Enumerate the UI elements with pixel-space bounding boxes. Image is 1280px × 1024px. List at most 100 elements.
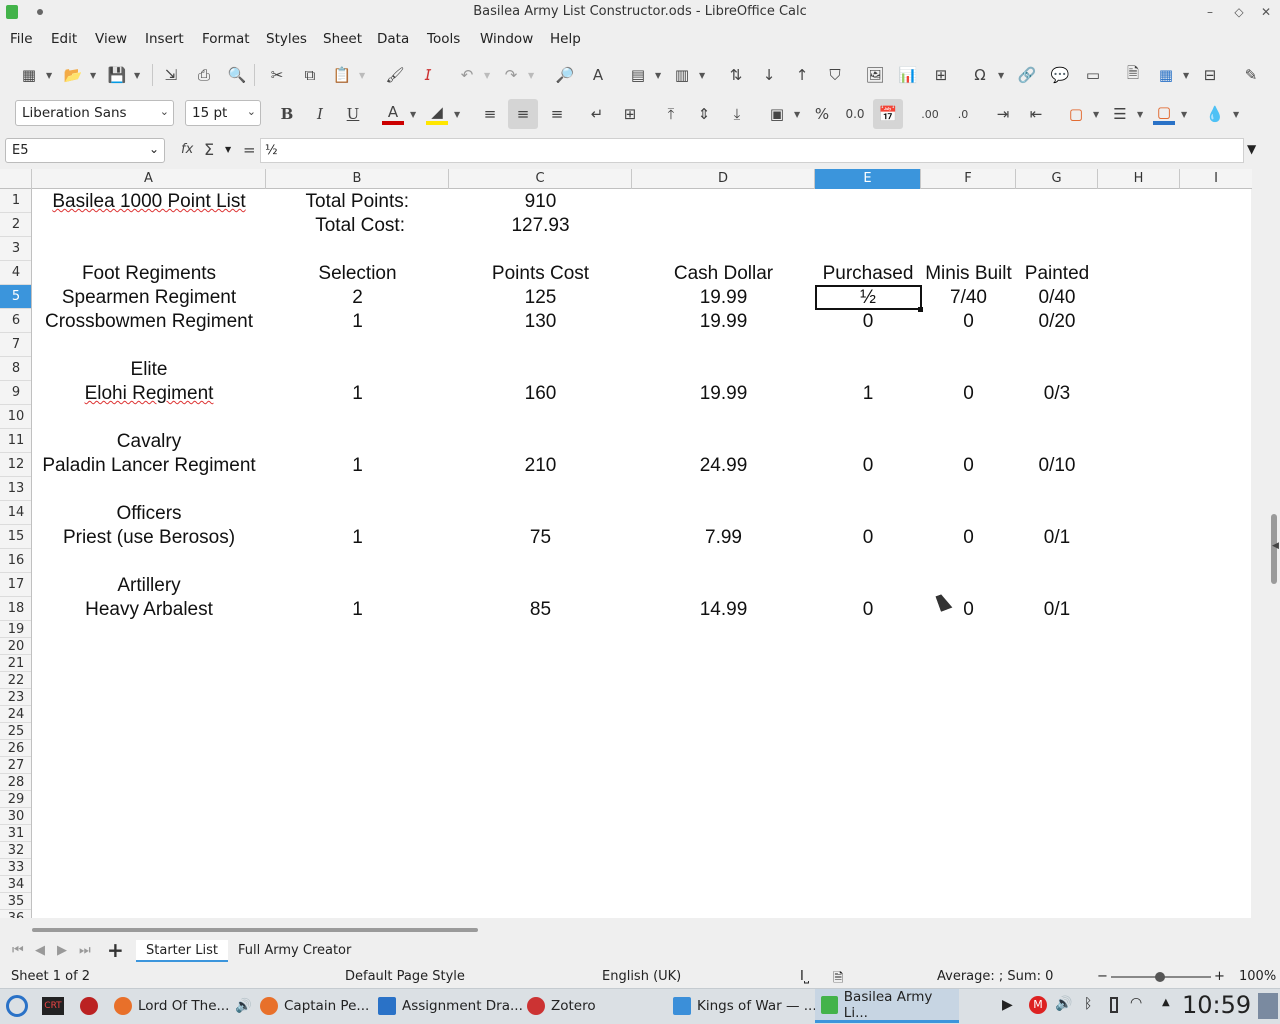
- chart-icon[interactable]: 📊: [897, 64, 919, 86]
- cherry-app-icon[interactable]: [80, 997, 98, 1015]
- cell-g5[interactable]: 0/40: [1016, 286, 1098, 310]
- row-header-9[interactable]: 9: [0, 381, 31, 405]
- cell-a9[interactable]: Elohi Regiment: [32, 382, 266, 406]
- row-header-12[interactable]: 12: [0, 453, 31, 477]
- cell-c15[interactable]: 75: [449, 526, 632, 550]
- wifi-icon[interactable]: ◠: [1130, 995, 1142, 1011]
- row-header-10[interactable]: 10: [0, 405, 31, 429]
- cell-c6[interactable]: 130: [449, 310, 632, 334]
- chevron-down-icon[interactable]: ⌄: [149, 142, 159, 156]
- row-header-8[interactable]: 8: [0, 357, 31, 381]
- application-launcher-icon[interactable]: [6, 995, 28, 1017]
- horizontal-scrollbar-thumb[interactable]: [32, 928, 478, 932]
- column-header-d[interactable]: D: [632, 169, 815, 189]
- cell-a12[interactable]: Paladin Lancer Regiment: [32, 454, 266, 478]
- row-header-16[interactable]: 16: [0, 549, 31, 573]
- row-header-17[interactable]: 17: [0, 573, 31, 597]
- status-language[interactable]: English (UK): [602, 969, 681, 984]
- status-page-style[interactable]: Default Page Style: [345, 969, 465, 984]
- freeze-rows-icon[interactable]: ▦: [1155, 64, 1177, 86]
- name-box[interactable]: E5 ⌄: [5, 138, 165, 163]
- cell-c4[interactable]: Points Cost: [449, 262, 632, 286]
- sum-icon[interactable]: Σ: [204, 140, 214, 159]
- cell-b2[interactable]: Total Cost:: [266, 214, 405, 238]
- cell-e6[interactable]: 0: [815, 310, 921, 334]
- tab-full-army-creator[interactable]: Full Army Creator: [228, 940, 361, 962]
- cell-a8[interactable]: Elite: [32, 358, 266, 382]
- row-header-15[interactable]: 15: [0, 525, 31, 549]
- special-character-icon[interactable]: Ω: [969, 64, 991, 86]
- column-header-f[interactable]: F: [921, 169, 1016, 189]
- add-decimal-icon[interactable]: .00: [919, 103, 941, 125]
- new-document-icon[interactable]: ▦: [18, 64, 40, 86]
- cell-a6[interactable]: Crossbowmen Regiment: [32, 310, 266, 334]
- chevron-down-icon[interactable]: ▼: [134, 71, 140, 80]
- redo-icon[interactable]: ↷: [500, 64, 522, 86]
- cell-d5[interactable]: 19.99: [632, 286, 815, 310]
- menu-help[interactable]: Help: [550, 31, 581, 47]
- row-header-5[interactable]: 5: [0, 285, 31, 309]
- underline-button[interactable]: U: [342, 103, 364, 125]
- previous-sheet-icon[interactable]: ◀: [35, 943, 45, 958]
- cell-a1[interactable]: Basilea 1000 Point List: [32, 190, 266, 214]
- task-captain-pe[interactable]: Captain Pe...: [254, 989, 375, 1023]
- open-icon[interactable]: 📂: [62, 64, 84, 86]
- column-header-c[interactable]: C: [449, 169, 632, 189]
- cell-a17[interactable]: Artillery: [32, 574, 266, 598]
- row-header-20[interactable]: 20: [0, 638, 31, 655]
- cell-b6[interactable]: 1: [266, 310, 449, 334]
- cell-e4[interactable]: Purchased: [815, 262, 921, 286]
- cell-e15[interactable]: 0: [815, 526, 921, 550]
- menu-styles[interactable]: Styles: [266, 31, 307, 47]
- next-sheet-icon[interactable]: ▶: [57, 943, 67, 958]
- first-sheet-icon[interactable]: ⏮: [12, 943, 24, 958]
- cell-d9[interactable]: 19.99: [632, 382, 815, 406]
- align-bottom-icon[interactable]: ⤓: [726, 103, 748, 125]
- show-desktop-icon[interactable]: [1258, 993, 1278, 1019]
- pivot-table-icon[interactable]: ⊞: [930, 64, 952, 86]
- row-header-22[interactable]: 22: [0, 672, 31, 689]
- row-header-31[interactable]: 31: [0, 825, 31, 842]
- headers-footers-icon[interactable]: ▭: [1082, 64, 1104, 86]
- border-color-icon[interactable]: ▢: [1153, 103, 1175, 125]
- image-icon[interactable]: 🖼: [864, 64, 886, 86]
- cell-c9[interactable]: 160: [449, 382, 632, 406]
- chevron-down-icon[interactable]: ▼: [1233, 110, 1239, 119]
- sidebar-toggle-icon[interactable]: ◀: [1272, 541, 1279, 551]
- restore-icon[interactable]: ◇: [1231, 4, 1247, 20]
- row-header-29[interactable]: 29: [0, 791, 31, 808]
- row-header-36[interactable]: 36: [0, 910, 31, 918]
- export-icon[interactable]: ⇲: [160, 64, 182, 86]
- row-header-4[interactable]: 4: [0, 261, 31, 285]
- selection-mode-icon[interactable]: I⎵: [800, 969, 809, 984]
- align-left-icon[interactable]: ≡: [479, 103, 501, 125]
- cell-a4[interactable]: Foot Regiments: [32, 262, 266, 286]
- paste-icon[interactable]: 📋: [331, 64, 353, 86]
- row-header-18[interactable]: 18: [0, 597, 31, 621]
- row-icon[interactable]: ▤: [627, 64, 649, 86]
- column-header-a[interactable]: A: [32, 169, 266, 189]
- zoom-in-icon[interactable]: +: [1214, 969, 1225, 984]
- row-header-32[interactable]: 32: [0, 842, 31, 859]
- save-icon[interactable]: 💾: [106, 64, 128, 86]
- find-replace-icon[interactable]: 🔎: [554, 64, 576, 86]
- cut-icon[interactable]: ✂: [266, 64, 288, 86]
- row-header-14[interactable]: 14: [0, 501, 31, 525]
- cell-a5[interactable]: Spearmen Regiment: [32, 286, 266, 310]
- wrap-text-icon[interactable]: ↵: [586, 103, 608, 125]
- row-header-11[interactable]: 11: [0, 429, 31, 453]
- task-basilea-army-list[interactable]: Basilea Army Li...: [815, 989, 959, 1023]
- copy-icon[interactable]: ⧉: [299, 64, 321, 86]
- menu-tools[interactable]: Tools: [427, 31, 460, 47]
- formula-equals-icon[interactable]: =: [243, 141, 256, 159]
- comment-icon[interactable]: 💬: [1049, 64, 1071, 86]
- row-header-19[interactable]: 19: [0, 621, 31, 638]
- media-player-icon[interactable]: ▶: [1002, 997, 1013, 1013]
- horizontal-scrollbar[interactable]: [32, 924, 1251, 932]
- zoom-level[interactable]: 100%: [1239, 969, 1276, 984]
- column-header-e[interactable]: E: [815, 169, 921, 189]
- cell-d6[interactable]: 19.99: [632, 310, 815, 334]
- task-assignment-dra[interactable]: Assignment Dra...: [372, 989, 529, 1023]
- cell-b1[interactable]: Total Points:: [266, 190, 410, 214]
- define-print-area-icon[interactable]: 🗎: [1122, 64, 1144, 86]
